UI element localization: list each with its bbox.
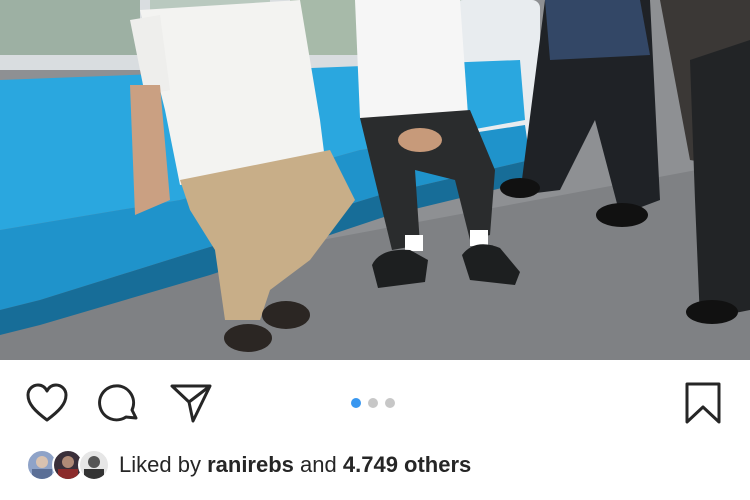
carousel-indicator — [351, 398, 395, 408]
post-actions-bar — [0, 360, 750, 440]
post-photo[interactable] — [0, 0, 750, 360]
likes-conjunction: and — [300, 452, 337, 477]
carousel-dot — [368, 398, 378, 408]
carousel-dot — [385, 398, 395, 408]
train-interior-image — [0, 0, 750, 360]
heart-icon — [26, 383, 68, 422]
like-button[interactable] — [24, 380, 70, 426]
save-button[interactable] — [680, 380, 726, 426]
share-button[interactable] — [168, 380, 214, 426]
liker-username-link[interactable]: ranirebs — [207, 452, 294, 477]
likes-row: Liked by ranirebs and 4.749 others — [0, 440, 750, 490]
send-icon — [170, 384, 212, 423]
liker-avatars — [26, 449, 111, 481]
bookmark-icon — [685, 382, 721, 424]
avatar[interactable] — [78, 449, 110, 481]
carousel-dot-active — [351, 398, 361, 408]
comment-icon — [98, 384, 138, 422]
likes-others-link[interactable]: 4.749 others — [343, 452, 471, 477]
likes-summary: Liked by ranirebs and 4.749 others — [119, 452, 471, 478]
likes-prefix: Liked by — [119, 452, 201, 477]
comment-button[interactable] — [96, 380, 142, 426]
